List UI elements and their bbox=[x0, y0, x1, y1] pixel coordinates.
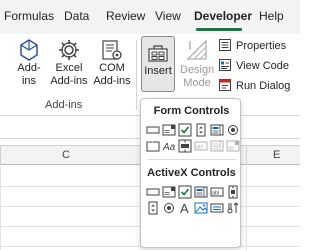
svg-text:abl: abl bbox=[196, 145, 203, 151]
design-mode-icon bbox=[180, 38, 214, 62]
properties-icon bbox=[218, 38, 232, 55]
com-addins-icon bbox=[92, 38, 132, 62]
com-add-ins-button[interactable]: COM Add-ins bbox=[92, 38, 132, 88]
column-divider bbox=[0, 146, 1, 165]
run-dialog-label: Run Dialog bbox=[236, 80, 291, 92]
hexagon-addin-icon bbox=[14, 38, 44, 62]
column-divider bbox=[246, 146, 247, 165]
run-dialog-icon bbox=[218, 78, 232, 95]
menu-separator bbox=[147, 159, 236, 160]
insert-controls-menu: Form Controls Aa abl ActiveX Controls ab… bbox=[140, 98, 241, 248]
activex-list-box-icon[interactable] bbox=[194, 185, 208, 199]
form-controls-row-1 bbox=[146, 123, 240, 137]
activex-controls-row-2: A bbox=[146, 201, 240, 215]
activex-controls-heading: ActiveX Controls bbox=[147, 167, 236, 179]
add-ins-label-2: ins bbox=[21, 75, 37, 87]
view-code-icon bbox=[218, 58, 232, 75]
combo-box-icon[interactable] bbox=[162, 123, 176, 137]
properties-label: Properties bbox=[236, 40, 287, 52]
tab-developer[interactable]: Developer bbox=[194, 9, 252, 23]
activex-option-button-icon[interactable] bbox=[162, 201, 176, 215]
tab-help[interactable]: Help bbox=[259, 9, 284, 23]
tab-view[interactable]: View bbox=[155, 9, 181, 23]
active-tab-indicator bbox=[196, 28, 242, 31]
svg-text:Aa: Aa bbox=[162, 142, 176, 153]
column-header-e[interactable]: E bbox=[273, 149, 280, 161]
option-button-icon[interactable] bbox=[226, 123, 240, 137]
group-box-icon[interactable] bbox=[146, 139, 160, 153]
activex-label-icon[interactable]: A bbox=[178, 201, 192, 215]
design-mode-label-2: Mode bbox=[183, 77, 211, 89]
add-ins-group-label: Add-ins bbox=[45, 99, 83, 111]
view-code-label: View Code bbox=[236, 60, 289, 72]
grid-col-line bbox=[246, 166, 247, 250]
insert-label: Insert bbox=[144, 65, 172, 77]
excel-add-ins-button[interactable]: Excel Add-ins bbox=[49, 38, 89, 88]
form-controls-heading: Form Controls bbox=[153, 105, 230, 117]
command-button-icon[interactable] bbox=[146, 185, 160, 199]
gear-icon bbox=[49, 38, 89, 62]
activex-toggle-button-icon[interactable] bbox=[210, 201, 224, 215]
tab-review[interactable]: Review bbox=[106, 9, 145, 23]
svg-text:A: A bbox=[180, 201, 189, 215]
combo-dropdown-edit-icon-disabled[interactable] bbox=[226, 139, 240, 153]
text-field-icon-disabled[interactable]: abl bbox=[194, 139, 208, 153]
excel-add-ins-label-1: Excel bbox=[55, 62, 83, 74]
tab-data[interactable]: Data bbox=[64, 9, 89, 23]
add-ins-label-1: Add- bbox=[17, 62, 41, 74]
svg-text:abl: abl bbox=[212, 191, 219, 197]
com-add-ins-label-1: COM bbox=[99, 62, 125, 74]
combo-list-edit-icon-disabled[interactable] bbox=[210, 139, 224, 153]
tab-formulas[interactable]: Formulas bbox=[4, 9, 54, 23]
list-box-icon[interactable] bbox=[210, 123, 224, 137]
form-controls-row-2: Aa abl bbox=[146, 139, 240, 153]
more-controls-icon[interactable] bbox=[226, 201, 240, 215]
properties-button[interactable]: Properties bbox=[218, 36, 286, 56]
design-mode-button[interactable]: Design Mode bbox=[180, 38, 214, 90]
design-mode-label-1: Design bbox=[180, 64, 215, 76]
activex-scroll-bar-icon[interactable] bbox=[226, 185, 240, 199]
insert-controls-button[interactable]: Insert bbox=[141, 36, 175, 92]
run-dialog-button[interactable]: Run Dialog bbox=[218, 76, 290, 96]
add-ins-button[interactable]: Add- ins bbox=[14, 38, 44, 88]
spin-button-icon[interactable] bbox=[194, 123, 208, 137]
activex-check-box-icon[interactable] bbox=[178, 185, 192, 199]
column-header-c[interactable]: C bbox=[62, 149, 70, 161]
grid-col-line bbox=[0, 166, 1, 250]
activex-controls-row-1: abl bbox=[146, 185, 240, 199]
button-control-icon[interactable] bbox=[146, 123, 160, 137]
excel-add-ins-label-2: Add-ins bbox=[50, 75, 88, 87]
activex-image-icon[interactable] bbox=[194, 201, 208, 215]
scroll-bar-icon[interactable] bbox=[178, 139, 192, 153]
view-code-button[interactable]: View Code bbox=[218, 56, 289, 76]
activex-spin-button-icon[interactable] bbox=[146, 201, 160, 215]
check-box-icon[interactable] bbox=[178, 123, 192, 137]
ribbon-tab-strip: Formulas Data Review View Developer Help bbox=[0, 0, 300, 34]
com-add-ins-label-2: Add-ins bbox=[93, 75, 131, 87]
activex-combo-box-icon[interactable] bbox=[162, 185, 176, 199]
group-separator bbox=[136, 40, 137, 110]
label-control-icon[interactable]: Aa bbox=[162, 139, 176, 153]
toolbox-icon bbox=[142, 43, 174, 63]
activex-text-box-icon[interactable]: abl bbox=[210, 185, 224, 199]
